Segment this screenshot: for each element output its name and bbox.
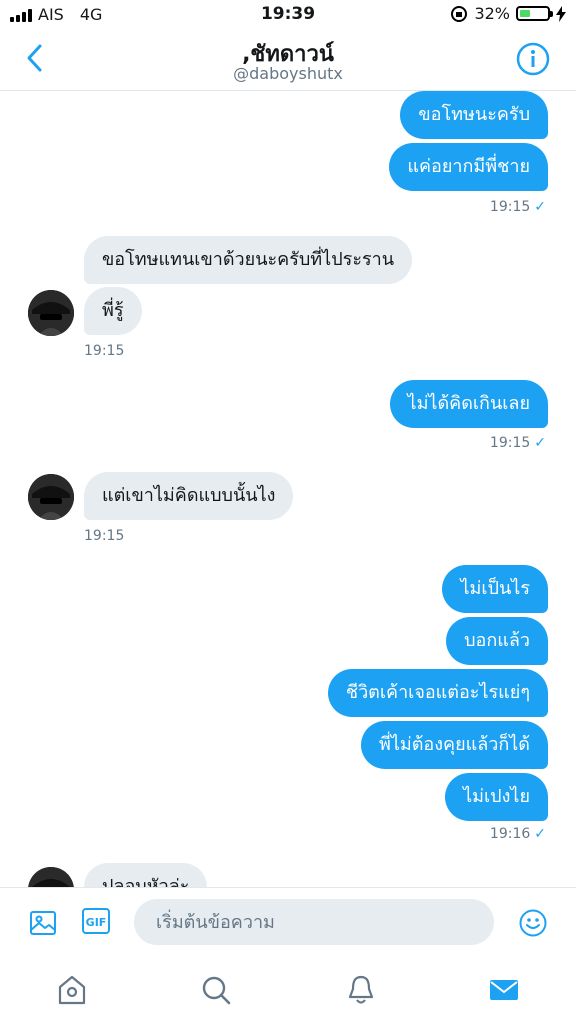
battery-percent: 32% [474, 4, 510, 23]
read-check-icon: ✓ [534, 199, 546, 215]
message-bubble-outgoing[interactable]: ไม่เป็นไร [442, 565, 548, 613]
conversation-header: ,ชัทดาวน์ @daboyshutx [0, 30, 576, 91]
info-icon[interactable] [516, 42, 550, 76]
message-timestamp: 19:15 ✓ [489, 199, 546, 215]
message-bubble-outgoing[interactable]: บอกแล้ว [446, 617, 548, 665]
message-bubble-incoming[interactable]: พี่รู้ [84, 287, 142, 335]
emoji-icon[interactable] [518, 908, 548, 938]
notifications-icon[interactable] [345, 973, 377, 1007]
status-right: 32% [450, 4, 566, 23]
message-input[interactable] [134, 899, 494, 945]
gif-button[interactable]: GIF [82, 908, 110, 934]
charging-icon [556, 5, 566, 22]
read-check-icon: ✓ [534, 435, 546, 451]
home-icon[interactable] [56, 973, 88, 1007]
message-timestamp: 19:15 [84, 343, 125, 359]
message-bubble-incoming[interactable]: ปลอบหัวล่ะ [84, 863, 208, 887]
conversation-handle: @daboyshutx [233, 64, 343, 83]
message-timestamp: 19:16 ✓ [489, 826, 546, 842]
avatar[interactable] [28, 867, 74, 887]
battery-fill [520, 10, 530, 17]
message-bubble-incoming[interactable]: ขอโทษแทนเขาด้วยนะครับที่ไประราน [84, 236, 413, 284]
message-bubble-outgoing[interactable]: ชีวิตเค้าเจอแต่อะไรแย่ๆ [327, 669, 548, 717]
read-check-icon: ✓ [534, 826, 546, 842]
message-list[interactable]: ขอโทษนะครับ แค่อยากมีพี่ชาย 19:15 ✓ ขอโทษ… [0, 91, 576, 887]
search-icon[interactable] [200, 973, 232, 1007]
messages-icon[interactable] [488, 973, 520, 1007]
avatar[interactable] [28, 474, 74, 520]
battery-icon [516, 6, 553, 21]
message-bubble-outgoing[interactable]: ไม่ได้คิดเกินเลย [389, 380, 548, 428]
message-bubble-outgoing[interactable]: ขอโทษนะครับ [400, 91, 548, 139]
image-icon[interactable] [28, 908, 58, 938]
avatar[interactable] [28, 290, 74, 336]
status-bar: AIS 4G 19:39 32% [0, 0, 576, 30]
bottom-tab-bar [0, 957, 576, 1024]
message-bubble-outgoing[interactable]: พี่ไม่ต้องคุยแล้วก็ได้ [360, 721, 548, 769]
message-bubble-outgoing[interactable]: แค่อยากมีพี่ชาย [389, 143, 548, 191]
rotation-lock-icon [451, 5, 468, 22]
message-composer: GIF [0, 887, 576, 958]
message-timestamp: 19:15 [84, 528, 125, 544]
message-bubble-incoming[interactable]: แต่เขาไม่คิดแบบนั้นไง [84, 472, 294, 520]
message-timestamp: 19:15 ✓ [489, 435, 546, 451]
message-bubble-outgoing[interactable]: ไม่เปงไย [445, 773, 548, 821]
